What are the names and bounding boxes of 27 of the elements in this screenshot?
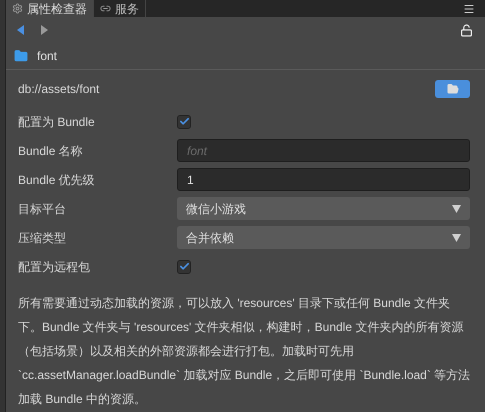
field-label: 目标平台 xyxy=(18,200,67,218)
open-folder-button[interactable] xyxy=(435,80,470,98)
checkbox[interactable] xyxy=(177,114,191,128)
dropdown[interactable]: 微信小游戏 xyxy=(177,197,470,220)
caret-icon xyxy=(452,204,461,212)
forward-arrow-icon[interactable] xyxy=(41,25,48,35)
back-arrow-icon[interactable] xyxy=(17,25,24,35)
caret-icon xyxy=(452,234,461,242)
text-field[interactable]: 1 xyxy=(177,168,470,191)
folder-icon xyxy=(14,49,28,63)
asset-path: db://assets/font xyxy=(18,80,100,98)
field-label: 配置为远程包 xyxy=(18,258,91,276)
link-icon xyxy=(100,3,111,14)
menu-icon[interactable] xyxy=(463,2,475,14)
settings-icon xyxy=(12,3,23,14)
checkbox[interactable] xyxy=(177,260,191,274)
text-field[interactable]: font xyxy=(177,139,470,162)
dropdown[interactable]: 合并依赖 xyxy=(177,226,470,249)
tab[interactable]: 属性检查器 xyxy=(6,0,94,17)
field-label: 压缩类型 xyxy=(18,230,67,246)
field-label: 配置为 Bundle xyxy=(18,114,96,130)
description-text: 所有需要通过动态加载的资源，可以放入 'resources' 目录下或任何 Bundle 文件夹下。Bundle 文件夹与 'resources' 文件夹相似，构建时，Bundle 文件夹内的所有资源（包括场景）以及相关的外部资源都会进行打包。加载时可先用 `cc.assetManager.loadBundle` 加载对应 Bundle，之后即可使用 `Bundle.load` 等方法加载 Bundle 中的资源。 xyxy=(17,295,472,408)
asset-name: font xyxy=(37,48,58,65)
field-label: Bundle 优先级 xyxy=(18,172,96,188)
unlock-icon[interactable] xyxy=(460,24,473,36)
field-label: Bundle 名称 xyxy=(18,142,84,160)
folder-icon xyxy=(446,82,458,94)
